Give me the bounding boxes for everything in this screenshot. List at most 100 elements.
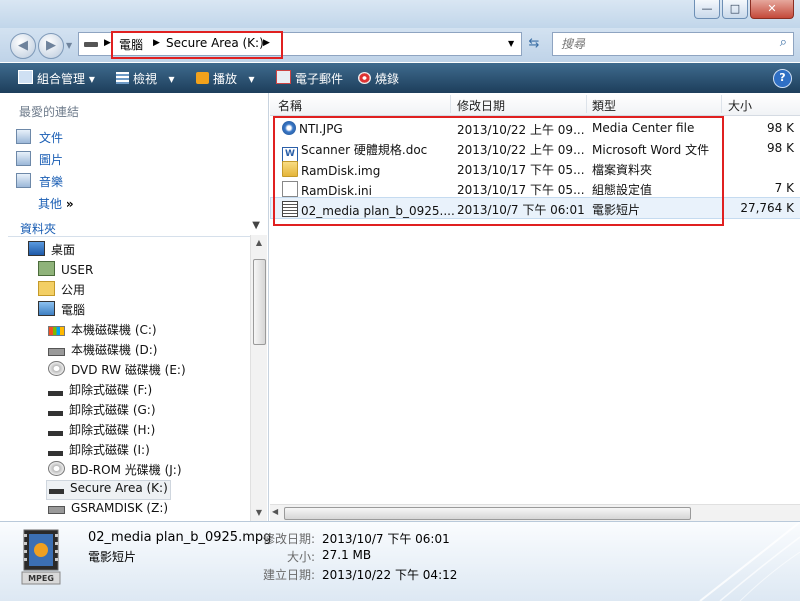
details-modified-value: 2013/10/7 下午 06:01: [322, 532, 450, 546]
media-center-file-icon: [282, 121, 296, 135]
favorite-documents-label: 文件: [39, 131, 64, 145]
file-size: 7 K: [774, 181, 794, 195]
column-type[interactable]: 類型: [592, 97, 616, 114]
file-row[interactable]: NTI.JPG 2013/10/22 上午 09... Media Center…: [270, 118, 800, 138]
email-button[interactable]: 電子郵件: [276, 70, 343, 87]
navpane-scrollbar[interactable]: ▲ ▼: [250, 235, 267, 521]
column-name[interactable]: 名稱: [278, 97, 302, 114]
file-date: 2013/10/7 下午 06:01: [457, 203, 585, 217]
breadcrumb-arrow-icon[interactable]: ▶: [263, 38, 270, 48]
tree-item-drive-k[interactable]: Secure Area (K:): [46, 480, 171, 500]
file-list-pane: 名稱 修改日期 類型 大小 NTI.JPG 2013/10/22 上午 09..…: [270, 93, 800, 521]
file-row[interactable]: RamDisk.ini 2013/10/17 下午 05... 組態設定值 7 …: [270, 178, 800, 198]
address-bar[interactable]: ▶ 電腦 ▶ Secure Area (K:) ▶ ▼: [78, 32, 522, 56]
search-icon[interactable]: ⌕: [780, 35, 787, 50]
tree-item-user[interactable]: USER: [38, 261, 93, 279]
video-file-icon: [282, 201, 298, 217]
scrollbar-thumb[interactable]: [284, 507, 691, 520]
view-icon: [116, 72, 129, 84]
play-icon: [196, 72, 209, 84]
tree-item-public[interactable]: 公用: [38, 281, 85, 299]
tree-item-drive-i[interactable]: 卸除式磁碟 (I:): [48, 441, 150, 459]
folder-icon: [38, 281, 55, 296]
file-row[interactable]: W Scanner 硬體規格.doc 2013/10/22 上午 09... Mi…: [270, 138, 800, 163]
tree-item-drive-h[interactable]: 卸除式磁碟 (H:): [48, 421, 155, 439]
tree-item-computer[interactable]: 電腦: [38, 301, 85, 319]
details-modified-label: 修改日期:: [262, 532, 315, 546]
favorite-more[interactable]: 其他 »: [38, 195, 74, 213]
settings-file-icon: [282, 181, 298, 197]
tree-item-drive-g[interactable]: 卸除式磁碟 (G:): [48, 401, 156, 419]
favorite-music[interactable]: 音樂: [16, 173, 63, 191]
burn-button[interactable]: 燒錄: [358, 70, 399, 87]
tree-item-drive-z[interactable]: GSRAMDISK (Z:): [48, 501, 168, 519]
favorite-documents[interactable]: 文件: [16, 129, 63, 147]
refresh-button[interactable]: ⇆: [522, 34, 546, 54]
minimize-button[interactable]: —: [694, 0, 720, 19]
tree-item-label: 卸除式磁碟 (H:): [69, 423, 156, 437]
window-controls: — □ ✕: [694, 0, 794, 19]
folders-header[interactable]: 資料夾 ▼: [8, 218, 266, 237]
hard-drive-icon: [48, 348, 65, 356]
tree-item-desktop[interactable]: 桌面: [28, 241, 75, 259]
file-type: Microsoft Word 文件: [592, 143, 710, 157]
scroll-down-icon[interactable]: ▼: [251, 505, 267, 521]
breadcrumb-secure-area[interactable]: Secure Area (K:): [166, 36, 264, 50]
tree-item-drive-e[interactable]: DVD RW 磁碟機 (E:): [48, 361, 186, 379]
search-box[interactable]: ⌕: [552, 32, 794, 56]
organize-menu[interactable]: 組合管理 ▾: [18, 70, 95, 87]
tree-item-drive-d[interactable]: 本機磁碟機 (D:): [48, 341, 157, 359]
removable-drive-icon: [48, 411, 63, 416]
tree-item-label: 本機磁碟機 (D:): [71, 343, 158, 357]
mpeg-icon-label: MPEG: [28, 574, 54, 583]
play-menu[interactable]: 播放 ▾: [196, 70, 254, 87]
recent-pages-dropdown[interactable]: ▼: [66, 41, 72, 50]
navigation-bar: ◀ ▶ ▼ ▶ 電腦 ▶ Secure Area (K:) ▶ ▼ ⇆ ⌕: [0, 28, 800, 62]
search-input[interactable]: [559, 36, 763, 52]
music-icon: [16, 173, 31, 188]
favorite-music-label: 音樂: [39, 175, 64, 189]
tree-item-label: 本機磁碟機 (C:): [71, 323, 157, 337]
address-dropdown-icon[interactable]: ▼: [508, 39, 514, 48]
scrollbar-thumb[interactable]: [253, 259, 266, 345]
breadcrumb-arrow-icon[interactable]: ▶: [104, 38, 111, 48]
favorite-pictures[interactable]: 圖片: [16, 151, 63, 169]
breadcrumb-computer[interactable]: 電腦: [119, 36, 143, 53]
file-row[interactable]: RamDisk.img 2013/10/17 下午 05... 檔案資料夾: [270, 158, 800, 178]
command-toolbar: 組合管理 ▾ 檢視 ▾ 播放 ▾ 電子郵件 燒錄 ?: [0, 63, 800, 93]
tree-item-drive-c[interactable]: 本機磁碟機 (C:): [48, 321, 157, 339]
scroll-left-icon[interactable]: ◀: [272, 507, 278, 516]
refresh-icon: ⇆: [528, 36, 540, 51]
maximize-button[interactable]: □: [722, 0, 748, 19]
breadcrumb-arrow-icon[interactable]: ▶: [153, 38, 160, 48]
windows-drive-icon: [48, 326, 65, 336]
file-row-selected[interactable]: 02_media plan_b_0925.... 2013/10/7 下午 06…: [270, 197, 800, 219]
details-created-value: 2013/10/22 下午 04:12: [322, 568, 458, 582]
file-list-scrollbar[interactable]: ◀: [270, 504, 800, 521]
column-date-modified[interactable]: 修改日期: [457, 97, 505, 114]
scroll-up-icon[interactable]: ▲: [251, 235, 267, 251]
user-folder-icon: [38, 261, 55, 276]
file-date: 2013/10/17 下午 05...: [457, 163, 585, 177]
details-file-name: 02_media plan_b_0925.mpg: [88, 530, 272, 545]
organize-label: 組合管理: [37, 72, 86, 86]
tree-item-drive-f[interactable]: 卸除式磁碟 (F:): [48, 381, 152, 399]
close-button[interactable]: ✕: [750, 0, 794, 19]
file-size: 98 K: [767, 141, 794, 155]
column-size[interactable]: 大小: [728, 97, 752, 114]
documents-icon: [16, 129, 31, 144]
more-chevron-icon: »: [65, 197, 74, 211]
play-label: 播放: [213, 72, 238, 86]
tree-item-label: DVD RW 磁碟機 (E:): [71, 363, 186, 377]
view-menu[interactable]: 檢視 ▾: [116, 70, 174, 87]
forward-button[interactable]: ▶: [38, 33, 64, 59]
tree-item-label: 卸除式磁碟 (G:): [69, 403, 156, 417]
bd-rom-drive-icon: [48, 461, 65, 476]
help-button[interactable]: ?: [773, 69, 792, 88]
burn-disc-icon: [358, 72, 371, 84]
tree-item-drive-j[interactable]: BD-ROM 光碟機 (J:): [48, 461, 182, 479]
file-date: 2013/10/22 上午 09...: [457, 123, 585, 137]
tree-item-label: Secure Area (K:): [70, 481, 168, 495]
back-button[interactable]: ◀: [10, 33, 36, 59]
tree-item-label: 卸除式磁碟 (F:): [69, 383, 153, 397]
